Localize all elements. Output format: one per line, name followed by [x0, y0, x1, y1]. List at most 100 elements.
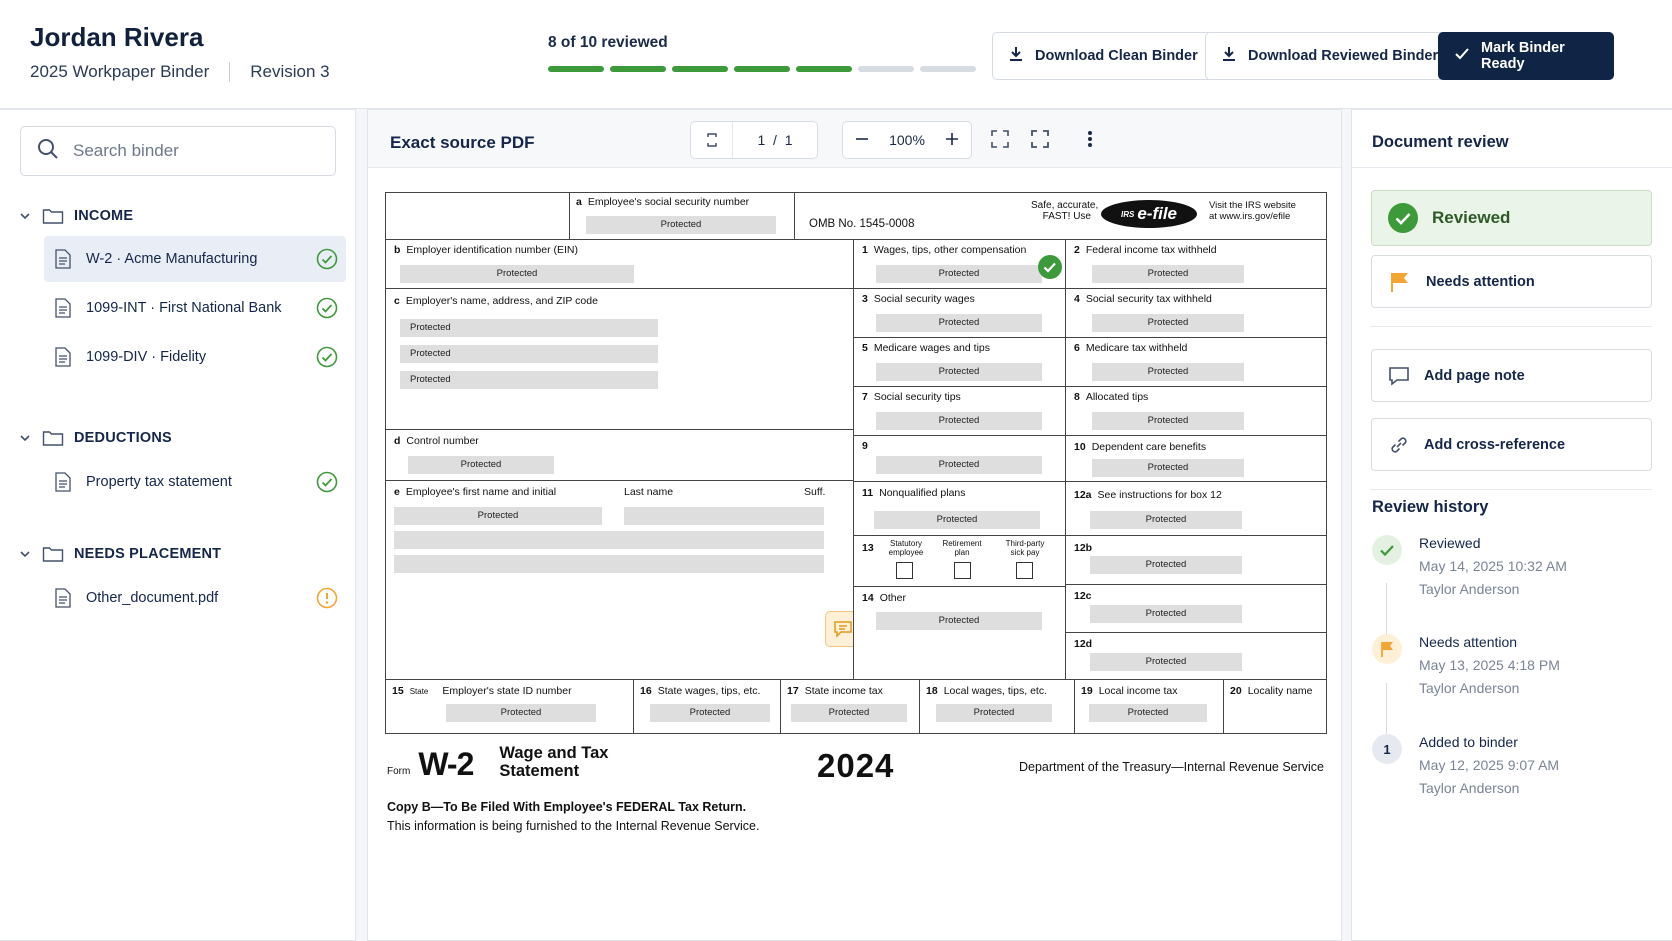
box-19-label: Local income tax [1098, 685, 1178, 697]
zoom-out-icon[interactable] [855, 132, 869, 149]
download-icon [1220, 45, 1238, 67]
box-11: 11 Nonqualified plans Protected [853, 481, 1066, 536]
search-input[interactable] [73, 141, 313, 161]
box-13-third-party: Third-party sick pay [1005, 539, 1045, 557]
box-e: e Employee's first name and initial Last … [385, 480, 854, 680]
history-entry: Needs attention May 13, 2025 4:18 PM Tay… [1372, 634, 1652, 706]
add-cross-reference-button[interactable]: Add cross-reference [1371, 418, 1652, 471]
document-icon [55, 249, 71, 269]
box-4: 4 Social security tax withheld Protected [1065, 288, 1327, 338]
box-16-label: State wages, tips, etc. [657, 685, 761, 697]
protected-field: Protected [1092, 412, 1244, 430]
folder-icon [42, 431, 64, 446]
doc-item-1099-int[interactable]: 1099-INT · First National Bank [44, 285, 346, 331]
box-15-state: State [409, 687, 429, 696]
mark-binder-ready-button[interactable]: Mark Binder Ready [1438, 32, 1614, 80]
box-e-label: Employee's first name and initial [405, 486, 557, 498]
reviewed-label: Reviewed [1432, 208, 1511, 227]
form-title-2: Statement [499, 762, 580, 780]
protected-field: Protected [876, 456, 1042, 474]
progress-segment [920, 66, 976, 72]
document-icon [55, 298, 71, 318]
app-root: Jordan Rivera 2025 Workpaper Binder Revi… [0, 0, 1672, 941]
protected-field: Protected [400, 319, 658, 337]
box-5-label: Medicare wages and tips [873, 342, 990, 354]
history-time: May 12, 2025 9:07 AM [1419, 757, 1560, 773]
binder-name: 2025 Workpaper Binder [30, 62, 210, 81]
more-options-icon[interactable] [1079, 128, 1101, 150]
progress-segment [548, 66, 604, 72]
doc-item-1099-div[interactable]: 1099-DIV · Fidelity [44, 334, 346, 380]
page-navigation-icon[interactable] [691, 122, 733, 158]
folder-deductions[interactable]: DEDUCTIONS [18, 429, 172, 447]
omb-number: OMB No. 1545-0008 [809, 218, 915, 230]
check-circle-icon [316, 471, 338, 493]
box-12c: 12c Protected [1065, 584, 1327, 633]
protected-field: Protected [876, 612, 1042, 630]
folder-label: DEDUCTIONS [74, 430, 172, 446]
document-review-panel: Document review Reviewed Needs attention… [1351, 109, 1672, 941]
retirement-checkbox[interactable] [954, 562, 971, 579]
top-header: Jordan Rivera 2025 Workpaper Binder Revi… [0, 0, 1672, 109]
doc-item-other-document[interactable]: Other_document.pdf [44, 575, 346, 621]
search-box[interactable] [20, 126, 336, 176]
box-18-label: Local wages, tips, etc. [943, 685, 1047, 697]
document-icon [55, 588, 71, 608]
box-14-label: Other [879, 592, 906, 604]
box-b-label: Employer identification number (EIN) [406, 244, 578, 256]
fit-page-icon[interactable] [989, 128, 1011, 150]
document-icon [55, 347, 71, 367]
history-action: Needs attention [1419, 634, 1518, 650]
protected-field: Protected [400, 345, 658, 363]
box-13-statutory: Statutory employee [888, 539, 924, 557]
box-8: 8 Allocated tips Protected [1065, 386, 1327, 436]
doc-label: 1099-DIV · Fidelity [86, 349, 207, 365]
viewer-toolbar: Exact source PDF 1 / 1 100% [368, 110, 1341, 168]
folder-label: INCOME [74, 208, 134, 224]
history-user: Taylor Anderson [1419, 680, 1520, 696]
protected-field: Protected [586, 216, 776, 234]
box-2-label: Federal income tax withheld [1085, 244, 1217, 256]
form-word: Form [387, 766, 411, 777]
status-reviewed-option[interactable]: Reviewed [1371, 190, 1652, 246]
protected-field: Protected [791, 704, 907, 722]
status-needs-attention-option[interactable]: Needs attention [1371, 255, 1652, 308]
download-reviewed-binder-button[interactable]: Download Reviewed Binder [1205, 32, 1454, 80]
add-page-note-button[interactable]: Add page note [1371, 349, 1652, 402]
revision-label: Revision 3 [250, 62, 330, 81]
efile-logo: IRS e-file [1101, 200, 1197, 228]
protected-field: Protected [400, 371, 658, 389]
progress-segment [610, 66, 666, 72]
reviewed-check-icon [1038, 255, 1062, 279]
history-entry: Reviewed May 14, 2025 10:32 AM Taylor An… [1372, 535, 1652, 607]
folder-needs-placement[interactable]: NEEDS PLACEMENT [18, 545, 221, 563]
zoom-in-icon[interactable] [945, 132, 959, 149]
protected-field: Protected [876, 412, 1042, 430]
statutory-checkbox[interactable] [896, 562, 913, 579]
box-15: 15 State Employer's state ID number Protec… [385, 679, 634, 734]
box-6: 6 Medicare tax withheld Protected [1065, 337, 1327, 387]
fullscreen-icon[interactable] [1029, 128, 1051, 150]
page-navigator[interactable]: 1 / 1 [690, 121, 818, 159]
history-entry: 1 Added to binder May 12, 2025 9:07 AM T… [1372, 734, 1652, 806]
suffix-label: Suff. [804, 486, 826, 498]
protected-field: Protected [1092, 265, 1244, 283]
check-circle-icon [316, 248, 338, 270]
link-icon [1391, 436, 1407, 453]
box-18: 18 Local wages, tips, etc. Protected [919, 679, 1075, 734]
progress-segment [734, 66, 790, 72]
protected-field: Protected [1092, 314, 1244, 332]
third-party-checkbox[interactable] [1016, 562, 1033, 579]
doc-item-property-tax[interactable]: Property tax statement [44, 459, 346, 505]
protected-field: Protected [1092, 459, 1244, 477]
page-separator: / [773, 132, 777, 148]
protected-field: Protected [1090, 605, 1242, 623]
box-19: 19 Local income tax Protected [1074, 679, 1224, 734]
download-clean-binder-button[interactable]: Download Clean Binder [992, 32, 1213, 80]
folder-income[interactable]: INCOME [18, 207, 133, 225]
irs-mark: IRS [1120, 209, 1135, 219]
box-12a-label: See instructions for box 12 [1097, 489, 1222, 501]
doc-item-w2[interactable]: W-2 · Acme Manufacturing [44, 236, 346, 282]
progress-segment [672, 66, 728, 72]
protected-field: Protected [1090, 511, 1242, 529]
